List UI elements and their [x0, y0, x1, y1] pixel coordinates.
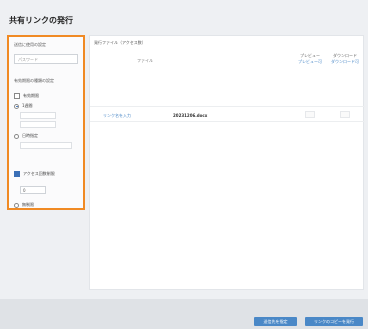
preview-column-sub[interactable]: プレビュー可 — [295, 59, 325, 65]
tab-files[interactable]: ファイル — [137, 58, 153, 64]
shared-files-panel: 発行ファイル（アクセス数） ファイル プレビュー プレビュー可 ダウンロード ダ… — [89, 35, 365, 290]
no-limit-label: 無制限 — [22, 202, 34, 207]
download-column-sub[interactable]: ダウンロード可 — [328, 59, 362, 65]
date-specify-option[interactable]: 日時指定 — [14, 133, 38, 139]
access-limit-label: アクセス回数制限 — [23, 171, 55, 176]
password-input[interactable]: パスワード — [14, 54, 78, 64]
date-specify-field[interactable] — [20, 142, 72, 149]
one-week-option[interactable]: 1週間 — [14, 103, 33, 109]
access-limit-option[interactable]: アクセス回数制限 — [14, 171, 55, 177]
access-count-input[interactable]: 0 — [20, 186, 46, 194]
no-limit-radio[interactable] — [14, 202, 19, 208]
one-week-time-field[interactable] — [20, 121, 56, 128]
page-title: 共有リンクの発行 — [9, 16, 73, 25]
access-limit-checkbox[interactable] — [14, 171, 20, 177]
issue-link-copy-button[interactable]: リンクのコピーを発行 — [305, 317, 363, 326]
preview-column-header: プレビュー プレビュー可 — [295, 53, 325, 65]
one-week-radio[interactable] — [14, 103, 19, 109]
date-specify-radio[interactable] — [14, 133, 19, 139]
expiry-enable-label: 有効期限 — [23, 93, 39, 98]
no-limit-option[interactable]: 無制限 — [14, 202, 34, 208]
footer-bar: 送信先を指定 リンクのコピーを発行 — [0, 299, 368, 329]
download-column-header: ダウンロード ダウンロード可 — [328, 53, 362, 65]
share-settings-panel: 送信に使用の設定 パスワード 有効期限の種類の設定 有効期限 1週間 日時指定 … — [7, 35, 85, 210]
file-name: 20231206.docx — [173, 113, 208, 118]
preview-toggle[interactable] — [305, 111, 315, 118]
link-name-field[interactable]: リンク名を入力 — [103, 113, 131, 119]
expiry-checkbox[interactable] — [14, 93, 20, 99]
one-week-label: 1週間 — [22, 103, 33, 108]
download-toggle[interactable] — [340, 111, 350, 118]
expiry-section-label: 有効期限の種類の設定 — [14, 78, 54, 83]
date-specify-label: 日時指定 — [22, 133, 38, 138]
specify-recipient-button[interactable]: 送信先を指定 — [254, 317, 297, 326]
expiry-enable-option[interactable]: 有効期限 — [14, 93, 39, 99]
one-week-date-field[interactable] — [20, 112, 56, 119]
file-row: リンク名を入力 20231206.docx — [90, 106, 365, 122]
password-section-label: 送信に使用の設定 — [14, 42, 46, 47]
files-section-label: 発行ファイル（アクセス数） — [94, 40, 146, 45]
